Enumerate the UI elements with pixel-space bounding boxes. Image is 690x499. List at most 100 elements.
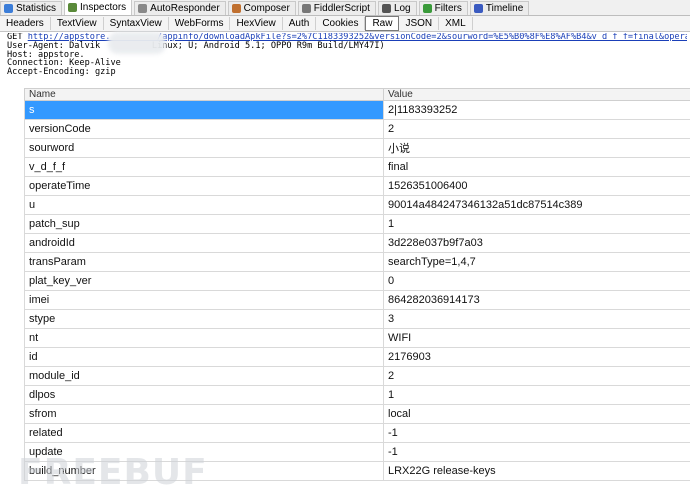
param-name-cell[interactable]: androidId xyxy=(24,233,384,253)
subtab-auth[interactable]: Auth xyxy=(283,17,317,30)
subtab-textview[interactable]: TextView xyxy=(51,17,104,30)
param-value-cell[interactable]: final xyxy=(383,157,690,177)
param-value-cell[interactable]: 2 xyxy=(383,366,690,386)
tab-label: FiddlerScript xyxy=(313,3,370,14)
tab-label: Timeline xyxy=(485,3,524,14)
param-value-cell[interactable]: 2|1183393252 xyxy=(383,100,690,120)
param-value-cell[interactable]: 3 xyxy=(383,309,690,329)
subtab-hexview[interactable]: HexView xyxy=(230,17,283,30)
param-name-cell[interactable]: stype xyxy=(24,309,384,329)
redaction-blur xyxy=(108,32,166,54)
param-value-cell[interactable]: 0 xyxy=(383,271,690,291)
log-icon xyxy=(381,4,391,13)
table-row[interactable]: sourword 小说 xyxy=(24,138,690,158)
tab-log[interactable]: Log xyxy=(377,1,417,15)
table-row[interactable]: transParam searchType=1,4,7 xyxy=(24,252,690,272)
param-name-cell[interactable]: dlpos xyxy=(24,385,384,405)
raw-encoding-line: Accept-Encoding: gzip xyxy=(7,67,116,77)
param-value-cell[interactable]: 1526351006400 xyxy=(383,176,690,196)
table-row[interactable]: imei 864282036914173 xyxy=(24,290,690,310)
table-row[interactable]: patch_sup 1 xyxy=(24,214,690,234)
tab-statistics[interactable]: Statistics xyxy=(0,1,63,15)
filter-check-icon xyxy=(422,4,432,13)
param-value-cell[interactable]: searchType=1,4,7 xyxy=(383,252,690,272)
param-value-cell[interactable]: -1 xyxy=(383,442,690,462)
subtab-syntaxview[interactable]: SyntaxView xyxy=(104,17,169,30)
table-row[interactable]: u 90014a484247346132a51dc87514c389 xyxy=(24,195,690,215)
param-name-cell[interactable]: id xyxy=(24,347,384,367)
tab-label: Log xyxy=(393,3,411,14)
table-header-row: Name Value xyxy=(24,88,690,101)
table-row[interactable]: androidId 3d228e037b9f7a03 xyxy=(24,233,690,253)
param-value-cell[interactable]: -1 xyxy=(383,423,690,443)
param-value-cell[interactable]: 1 xyxy=(383,214,690,234)
param-value-cell[interactable]: 小说 xyxy=(383,138,690,158)
subtab-webforms[interactable]: WebForms xyxy=(169,17,231,30)
table-row[interactable]: update -1 xyxy=(24,442,690,462)
inspector-sub-tab-bar: Headers TextView SyntaxView WebForms HexView… xyxy=(0,16,690,32)
tab-label: AutoResponder xyxy=(150,3,220,14)
param-name-cell[interactable]: patch_sup xyxy=(24,214,384,234)
script-icon xyxy=(301,4,311,13)
param-value-cell[interactable]: WIFI xyxy=(383,328,690,348)
subtab-headers[interactable]: Headers xyxy=(0,17,51,30)
lightning-icon xyxy=(138,4,148,13)
param-value-cell[interactable]: LRX22G release-keys xyxy=(383,461,690,481)
param-value-cell[interactable]: 2176903 xyxy=(383,347,690,367)
subtab-cookies[interactable]: Cookies xyxy=(316,17,366,30)
subtab-raw[interactable]: Raw xyxy=(365,16,400,31)
table-row[interactable]: build_number LRX22G release-keys xyxy=(24,461,690,481)
table-row[interactable]: dlpos 1 xyxy=(24,385,690,405)
param-value-cell[interactable]: 90014a484247346132a51dc87514c389 xyxy=(383,195,690,215)
query-params-table: Name Value s 2|1183393252 versionCode 2 sour… xyxy=(24,88,690,481)
param-name-cell[interactable]: operateTime xyxy=(24,176,384,196)
table-row[interactable]: id 2176903 xyxy=(24,347,690,367)
tab-filters[interactable]: Filters xyxy=(418,1,468,15)
column-header-name[interactable]: Name xyxy=(24,88,384,101)
param-name-cell[interactable]: versionCode xyxy=(24,119,384,139)
table-row[interactable]: v_d_f_f final xyxy=(24,157,690,177)
table-row[interactable]: stype 3 xyxy=(24,309,690,329)
param-name-cell[interactable]: sfrom xyxy=(24,404,384,424)
param-name-cell[interactable]: nt xyxy=(24,328,384,348)
table-row[interactable]: module_id 2 xyxy=(24,366,690,386)
tab-label: Filters xyxy=(434,3,462,14)
table-row[interactable]: versionCode 2 xyxy=(24,119,690,139)
param-name-cell[interactable]: imei xyxy=(24,290,384,310)
param-name-cell[interactable]: plat_key_ver xyxy=(24,271,384,291)
param-name-cell[interactable]: s xyxy=(24,100,384,120)
param-name-cell[interactable]: u xyxy=(24,195,384,215)
param-name-cell[interactable]: module_id xyxy=(24,366,384,386)
subtab-json[interactable]: JSON xyxy=(399,17,440,30)
tab-fiddlerscript[interactable]: FiddlerScript xyxy=(297,1,376,15)
param-name-cell[interactable]: update xyxy=(24,442,384,462)
table-row[interactable]: operateTime 1526351006400 xyxy=(24,176,690,196)
inspector-top-tab-bar: Statistics Inspectors AutoResponder Compose… xyxy=(0,0,690,16)
subtab-xml[interactable]: XML xyxy=(439,17,473,30)
timeline-icon xyxy=(473,4,483,13)
tab-composer[interactable]: Composer xyxy=(227,1,296,15)
table-row[interactable]: related -1 xyxy=(24,423,690,443)
param-name-cell[interactable]: related xyxy=(24,423,384,443)
param-value-cell[interactable]: 864282036914173 xyxy=(383,290,690,310)
param-value-cell[interactable]: 2 xyxy=(383,119,690,139)
param-value-cell[interactable]: local xyxy=(383,404,690,424)
column-header-value[interactable]: Value xyxy=(383,88,690,101)
param-name-cell[interactable]: sourword xyxy=(24,138,384,158)
table-row[interactable]: sfrom local xyxy=(24,404,690,424)
tab-autoresponder[interactable]: AutoResponder xyxy=(134,1,226,15)
table-row[interactable]: nt WIFI xyxy=(24,328,690,348)
tab-label: Inspectors xyxy=(80,2,127,13)
tab-timeline[interactable]: Timeline xyxy=(469,1,530,15)
param-name-cell[interactable]: transParam xyxy=(24,252,384,272)
param-name-cell[interactable]: v_d_f_f xyxy=(24,157,384,177)
param-value-cell[interactable]: 3d228e037b9f7a03 xyxy=(383,233,690,253)
param-name-cell[interactable]: build_number xyxy=(24,461,384,481)
param-value-cell[interactable]: 1 xyxy=(383,385,690,405)
composer-icon xyxy=(231,4,241,13)
tab-inspectors[interactable]: Inspectors xyxy=(64,0,133,15)
tab-label: Statistics xyxy=(16,3,57,14)
table-row[interactable]: s 2|1183393252 xyxy=(24,100,690,120)
table-row[interactable]: plat_key_ver 0 xyxy=(24,271,690,291)
statistics-icon xyxy=(4,4,13,13)
